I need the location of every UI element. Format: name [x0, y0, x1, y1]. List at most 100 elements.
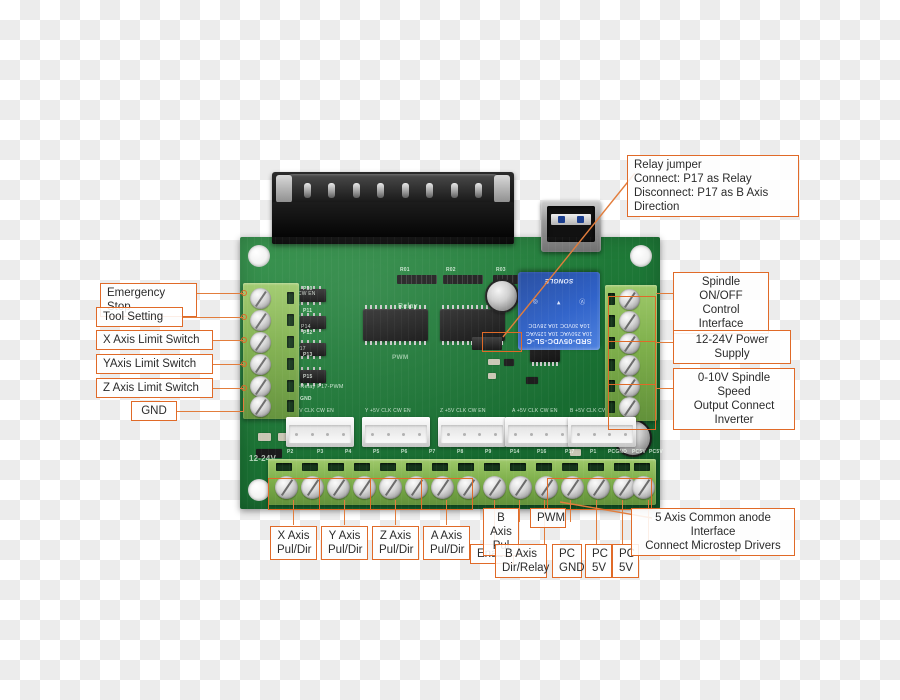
leader-z-limit [212, 388, 244, 390]
leader-spindle-speed [656, 388, 674, 390]
callout-spindle-speed: 0-10V Spindle Speed Output Connect Inver… [673, 368, 795, 431]
silk-pin-p3: P3 [317, 449, 324, 455]
spindle-speed-highlight [608, 384, 656, 430]
callout-spindle-control: Spindle ON/OFF Control Interface [673, 272, 769, 335]
axis-connector-x[interactable] [286, 417, 354, 447]
axis-connector-a[interactable] [505, 417, 573, 447]
silk-pin-p7: P7 [429, 449, 436, 455]
db25-pins [304, 182, 482, 199]
silk-pin-p12: P12 [303, 330, 313, 336]
silk-pin-gnd: GND [300, 396, 312, 402]
wire-slot-6 [287, 400, 294, 412]
wire-slot-13 [588, 463, 604, 471]
silk-pin-pcgnd: PCGND [608, 449, 628, 455]
wire-slot-1 [276, 463, 292, 471]
leader-spindle-control [656, 293, 674, 295]
connector-pins [365, 425, 427, 443]
x-axis-highlight [268, 478, 320, 510]
silk-pin-p10: P10 [303, 286, 313, 292]
callout-y-limit-switch: YAxis Limit Switch [96, 354, 213, 375]
silk-r02: R02 [446, 267, 456, 273]
relay-jumper-highlight [482, 332, 522, 352]
input-terminal-block[interactable] [243, 283, 299, 419]
leader-dot-emergency-stop [241, 290, 247, 296]
screw-terminal-p13[interactable] [250, 354, 271, 375]
callout-gnd: GND [131, 401, 177, 422]
callout-z-axis: Z Axis Pul/Dir [372, 526, 419, 561]
screw-terminal-p15[interactable] [250, 376, 271, 397]
wire-slot-2 [287, 314, 294, 326]
leader-b-axis-pul [519, 500, 521, 522]
silk-pin-p15: P15 [303, 374, 313, 380]
screw-terminal-p16[interactable] [509, 476, 532, 499]
silk-pin-p17: P17 [565, 449, 575, 455]
silk-pin-p11: P11 [303, 308, 313, 314]
silk-r01: R01 [400, 267, 410, 273]
callout-pwm: PWM [530, 508, 566, 529]
smd-part-4 [526, 377, 538, 384]
screw-terminal-p11[interactable] [250, 310, 271, 331]
wire-slot-15 [634, 463, 650, 471]
wire-slot-3 [328, 463, 344, 471]
silk-relay-label: Relay [398, 303, 418, 310]
silk-pin-p5: P5 [373, 449, 380, 455]
connector-pins [441, 425, 503, 443]
screw-terminal-p14[interactable] [483, 476, 506, 499]
callout-relay-jumper: Relay jumper Connect: P17 as Relay Disco… [627, 155, 799, 218]
callout-pc-5v-1: PC 5V [585, 544, 612, 579]
power-supply-highlight [608, 341, 656, 385]
leader-dot-x-limit [241, 337, 247, 343]
screw-terminal-p12[interactable] [250, 332, 271, 353]
callout-tool-setting: Tool Setting [96, 307, 183, 328]
silk-axis-a: A +5V CLK CW EN [512, 408, 558, 414]
db25-body [272, 202, 514, 244]
screw-terminal-p10[interactable] [250, 288, 271, 309]
axis-connector-y[interactable] [362, 417, 430, 447]
silk-pin-p4: P4 [345, 449, 352, 455]
wire-slot-11 [536, 463, 552, 471]
silk-pin-p1: P1 [590, 449, 597, 455]
z-axis-highlight [370, 478, 422, 510]
a-axis-highlight [421, 478, 473, 510]
silk-pin-pc5v-2: PC5V [649, 449, 663, 455]
silk-pin-p14: P14 [510, 449, 520, 455]
wire-slot-12 [562, 463, 578, 471]
silk-axis-y: Y +5V CLK CW EN [365, 408, 411, 414]
diagram-canvas: R01 R02 R03 SRD-05VDC-SL-C 10A 250VAC 10… [0, 0, 900, 700]
wire-slot-8 [458, 463, 474, 471]
db25-ear-left [276, 175, 292, 203]
callout-x-axis: X Axis Pul/Dir [270, 526, 317, 561]
db25-parallel-port[interactable] [272, 172, 514, 244]
mounting-hole-bottom-left [248, 479, 270, 501]
leader-dot-tool-setting [241, 314, 247, 320]
callout-common-anode-interface: 5 Axis Common anode Interface Connect Mi… [631, 508, 795, 557]
leader-y-limit [212, 364, 244, 366]
wire-slot-9 [484, 463, 500, 471]
leader-gnd-vertical [243, 398, 245, 412]
wire-slot-6 [406, 463, 422, 471]
wire-slot-4 [354, 463, 370, 471]
silk-pwm-label: PWM [392, 354, 409, 361]
wire-slot-14 [614, 463, 630, 471]
resistor-pack-r02 [443, 275, 483, 284]
spindle-control-highlight [608, 296, 656, 342]
callout-a-axis: A Axis Pul/Dir [423, 526, 470, 561]
smd-resistor-3 [488, 373, 496, 379]
smd-part-2 [504, 359, 514, 366]
smd-resistor-1 [488, 359, 500, 365]
silk-pin-p16: P16 [537, 449, 547, 455]
wire-slot-4 [287, 358, 294, 370]
leader-tool-setting [182, 317, 244, 319]
screw-terminal-gnd[interactable] [250, 396, 271, 417]
silk-pin-p13: P13 [303, 352, 313, 358]
ic-legs-bottom [532, 362, 558, 366]
silk-pin-p2: P2 [287, 449, 294, 455]
connector-pins [289, 425, 351, 443]
common-anode-highlight [547, 478, 652, 510]
silk-pin-p6: P6 [401, 449, 408, 455]
callout-pc-gnd: PC GND [552, 544, 585, 579]
silk-pin-p9: P9 [485, 449, 492, 455]
wire-slot-3 [287, 336, 294, 348]
axis-connector-z[interactable] [438, 417, 506, 447]
smd-resistor-5 [258, 433, 271, 441]
